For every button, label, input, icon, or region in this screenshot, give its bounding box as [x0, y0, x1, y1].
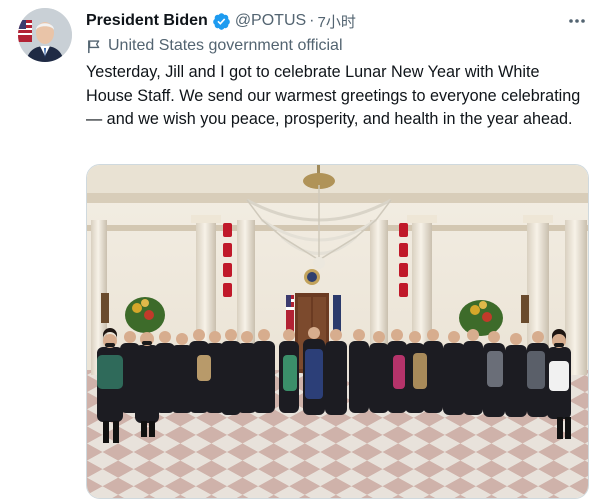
more-options-button[interactable]	[566, 10, 588, 32]
verified-badge-icon	[212, 12, 230, 30]
tweet-text: Yesterday, Jill and I got to celebrate L…	[86, 63, 581, 128]
account-label-text: United States government official	[108, 37, 343, 54]
tweet[interactable]: President Biden @POTUS · 7小时 United Stat…	[0, 0, 600, 503]
account-label[interactable]: United States government official	[86, 35, 343, 57]
timestamp[interactable]: 7小时	[318, 11, 356, 32]
photo-image	[87, 165, 588, 498]
tweet-photo[interactable]	[86, 164, 589, 499]
flag-icon	[88, 39, 100, 53]
tweet-header: President Biden @POTUS · 7小时	[86, 10, 356, 32]
display-name[interactable]: President Biden	[86, 12, 208, 30]
handle[interactable]: @POTUS	[235, 12, 306, 30]
separator-dot: ·	[309, 12, 315, 29]
more-options-icon	[569, 19, 585, 23]
avatar[interactable]	[18, 8, 72, 62]
